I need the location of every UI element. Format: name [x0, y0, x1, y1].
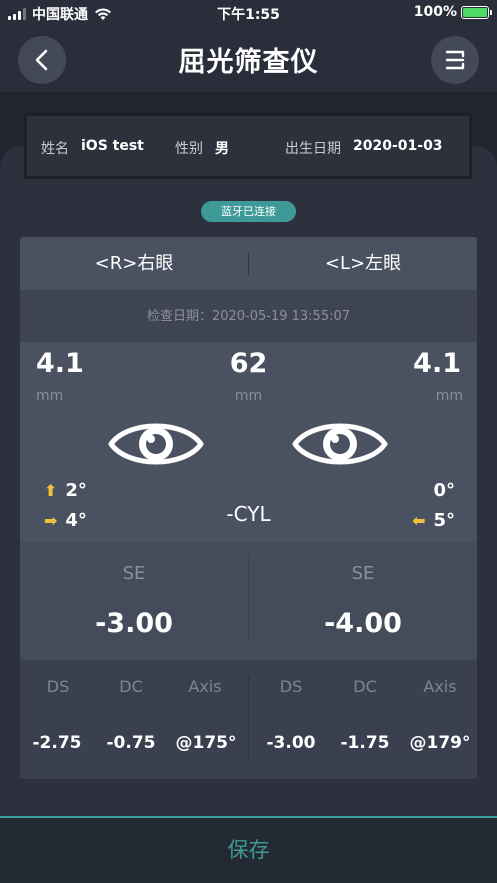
arrow-left-icon: ⬅ [412, 511, 426, 530]
right-vertical-value: 2° [65, 480, 87, 501]
gender-field: 性别 男 [175, 138, 229, 158]
left-axis-header: Axis [423, 677, 457, 696]
save-button[interactable]: 保存 [0, 834, 497, 864]
right-se-value: -3.00 [95, 608, 173, 639]
right-dc-value: -0.75 [106, 733, 156, 753]
right-se-label: SE [122, 563, 146, 584]
right-eye-icon [108, 423, 204, 465]
menu-button[interactable] [431, 36, 479, 84]
left-eye-icon [292, 423, 388, 465]
left-dc-header: DC [353, 677, 377, 696]
right-ds-header: DS [46, 677, 70, 696]
right-vertical-deviation: ⬆ 2° [44, 480, 87, 501]
save-bar: 保存 [0, 816, 497, 883]
left-ds-header: DS [279, 677, 303, 696]
tab-left-eye[interactable]: <L>左眼 [249, 237, 477, 290]
name-field: 姓名 iOS test [41, 138, 144, 158]
left-se-value: -4.00 [324, 608, 402, 639]
menu-icon [445, 50, 465, 70]
name-label: 姓名 [41, 141, 69, 157]
tab-right-eye[interactable]: <R>右眼 [20, 237, 248, 290]
left-vertical-value: 0° [433, 480, 455, 501]
left-se: SE -4.00 [249, 542, 477, 660]
right-axis-value: @175° [175, 733, 237, 753]
battery-icon [461, 5, 492, 19]
left-pupil-size: 4.1 [413, 348, 461, 379]
right-ds-value: -2.75 [32, 733, 82, 753]
details-divider [248, 676, 249, 762]
left-vertical-deviation: 0° [433, 480, 455, 501]
result-card: <R>右眼 <L>左眼 检查日期：2020-05-19 13:55:07 4.1… [20, 237, 477, 779]
eye-tabs: <R>右眼 <L>左眼 [20, 237, 477, 290]
pupil-distance-unit: mm [234, 388, 263, 404]
left-horizontal-value: 5° [433, 510, 455, 531]
status-bar: 中国联通 下午1:55 100% [0, 0, 497, 26]
pupil-distance: 62 [229, 348, 268, 379]
gender-label: 性别 [175, 141, 203, 157]
left-ds-value: -3.00 [266, 733, 316, 753]
left-se-label: SE [351, 563, 375, 584]
refraction-details: DS DC Axis -2.75 -0.75 @175° DS DC Axis … [20, 660, 477, 779]
cyl-label: -CYL [226, 502, 271, 526]
page-title: 屈光筛查仪 [178, 47, 319, 78]
left-axis-value: @179° [409, 733, 471, 753]
se-section: SE -3.00 SE -4.00 [20, 542, 477, 660]
right-axis-header: Axis [188, 677, 222, 696]
patient-info-card: 姓名 iOS test 性别 男 出生日期 2020-01-03 [24, 113, 472, 179]
left-horizontal-deviation: ⬅ 5° [412, 510, 455, 531]
name-value: iOS test [81, 138, 144, 154]
birth-field: 出生日期 2020-01-03 [285, 138, 443, 158]
nav-bar: 屈光筛查仪 [0, 26, 497, 92]
battery-percent: 100% [413, 4, 457, 20]
birth-label: 出生日期 [285, 141, 341, 157]
right-se: SE -3.00 [20, 542, 248, 660]
pupil-measurements: 4.1 mm 62 mm 4.1 mm ⬆ 2° ➡ 4° -CYL 0° ⬅ … [20, 342, 477, 542]
arrow-up-icon: ⬆ [44, 481, 58, 500]
right-dc-header: DC [119, 677, 143, 696]
birth-value: 2020-01-03 [353, 138, 443, 154]
exam-date: 检查日期：2020-05-19 13:55:07 [20, 290, 477, 342]
left-pupil-unit: mm [435, 388, 463, 404]
bluetooth-status-badge: 蓝牙已连接 [201, 201, 296, 222]
left-dc-value: -1.75 [340, 733, 390, 753]
gender-value: 男 [215, 141, 229, 157]
status-right: 100% [413, 4, 492, 20]
